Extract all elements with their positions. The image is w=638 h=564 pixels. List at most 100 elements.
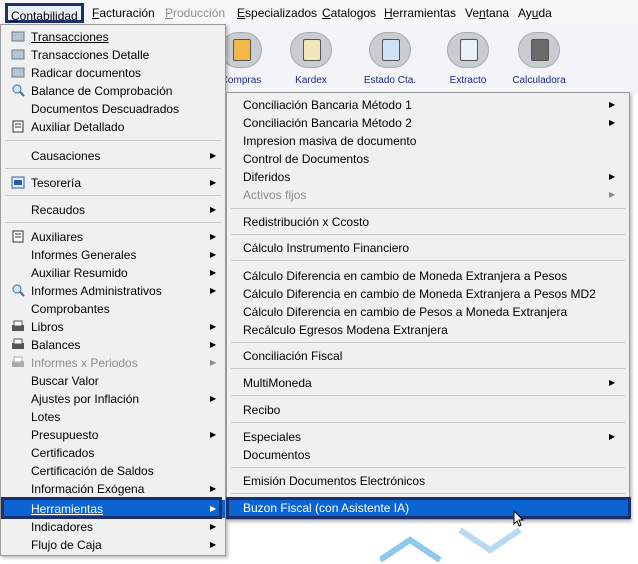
menu-separator xyxy=(231,493,625,494)
submenu-item-multimoneda[interactable]: MultiMoneda ▶ xyxy=(227,374,629,392)
menu-item-radicar-documentos[interactable]: Radicar documentos xyxy=(1,64,225,82)
submenu-item-instrumento-financiero[interactable]: Cálculo Instrumento Financiero xyxy=(227,239,629,257)
menubar: Contabilidad Facturación Producción Espe… xyxy=(0,0,638,25)
transactions-icon xyxy=(11,31,25,42)
submenu-item-conciliacion-fiscal[interactable]: Conciliación Fiscal xyxy=(227,347,629,365)
menu-item-auxiliares[interactable]: Auxiliares ▶ xyxy=(1,228,225,246)
menu-label: roducción xyxy=(173,6,226,20)
printer-icon xyxy=(12,338,24,349)
toolbar-calculadora-button[interactable]: Calculadora xyxy=(506,32,572,86)
menu-label: ontabilidad xyxy=(19,9,78,23)
menu-separator xyxy=(231,422,625,423)
menu-item-comprobantes[interactable]: Comprobantes xyxy=(1,300,225,318)
menu-item-label: MultiMoneda xyxy=(243,376,312,390)
menu-ayuda[interactable]: Ayuda xyxy=(518,5,552,21)
magnifier-icon xyxy=(12,284,25,297)
menu-item-label: Informes Administrativos xyxy=(31,284,162,298)
submenu-arrow-icon: ▶ xyxy=(210,178,217,187)
menu-item-auxiliar-detallado[interactable]: Auxiliar Detallado xyxy=(1,118,225,136)
menu-item-indicadores[interactable]: Indicadores ▶ xyxy=(1,518,225,536)
menu-item-auxiliar-resumido[interactable]: Auxiliar Resumido ▶ xyxy=(1,264,225,282)
submenu-arrow-icon: ▶ xyxy=(210,250,217,259)
menu-separator xyxy=(231,234,625,235)
submenu-item-documentos[interactable]: Documentos xyxy=(227,446,629,464)
menu-item-label: Tesorería xyxy=(31,176,82,190)
submenu-item-especiales[interactable]: Especiales ▶ xyxy=(227,428,629,446)
submenu-item-recalculo-egresos[interactable]: Recálculo Egresos Modena Extranjera xyxy=(227,321,629,339)
menu-item-label: Auxiliar Resumido xyxy=(31,266,128,280)
menu-contabilidad[interactable]: Contabilidad xyxy=(5,3,84,23)
menu-item-certificados[interactable]: Certificados xyxy=(1,444,225,462)
menu-item-transacciones-detalle[interactable]: Transacciones Detalle xyxy=(1,46,225,64)
submenu-item-conciliacion-1[interactable]: Conciliación Bancaria Método 1 ▶ xyxy=(227,96,629,114)
submenu-arrow-icon: ▶ xyxy=(210,540,217,549)
menu-item-certificacion-saldos[interactable]: Certificación de Saldos xyxy=(1,462,225,480)
toolbar-extracto-button[interactable]: Extracto xyxy=(435,32,501,86)
menu-item-balances[interactable]: Balances ▶ xyxy=(1,336,225,354)
submenu-item-control-documentos[interactable]: Control de Documentos xyxy=(227,150,629,168)
menu-separator xyxy=(231,395,625,396)
mnemonic: E xyxy=(237,6,246,20)
submenu-item-activos-fijos[interactable]: Activos fijos ▶ xyxy=(227,186,629,204)
submenu-item-conciliacion-2[interactable]: Conciliación Bancaria Método 2 ▶ xyxy=(227,114,629,132)
menu-item-libros[interactable]: Libros ▶ xyxy=(1,318,225,336)
submenu-item-diferidos[interactable]: Diferidos ▶ xyxy=(227,168,629,186)
highlight-frame-herramientas xyxy=(1,497,222,519)
treasury-icon xyxy=(11,176,25,189)
submenu-item-diferencia-moneda-pesos[interactable]: Cálculo Diferencia en cambio de Moneda E… xyxy=(227,267,629,285)
menu-label: specializados xyxy=(245,6,318,20)
menu-item-label: Cálculo Instrumento Financiero xyxy=(243,241,410,255)
menu-item-recaudos[interactable]: Recaudos ▶ xyxy=(1,201,225,219)
menu-item-lotes[interactable]: Lotes xyxy=(1,408,225,426)
kardex-icon xyxy=(290,32,332,68)
extract-icon xyxy=(447,32,489,68)
magnifier-icon xyxy=(12,84,25,97)
submenu-item-diferencia-pesos-moneda[interactable]: Cálculo Diferencia en cambio de Pesos a … xyxy=(227,303,629,321)
notebook-icon xyxy=(12,120,24,133)
menu-catalogos[interactable]: Catalogos xyxy=(322,5,376,21)
statement-icon xyxy=(369,32,411,68)
menu-item-ajustes-inflacion[interactable]: Ajustes por Inflación ▶ xyxy=(1,390,225,408)
submenu-item-emision-electronicos[interactable]: Emisión Documentos Electrónicos xyxy=(227,472,629,490)
menu-herramientas[interactable]: Herramientas xyxy=(384,5,456,21)
menu-item-label: Redistribución x Ccosto xyxy=(243,215,370,229)
submenu-item-recibo[interactable]: Recibo xyxy=(227,401,629,419)
menu-item-label: Recibo xyxy=(243,403,281,417)
menu-especializados[interactable]: Especializados xyxy=(237,5,317,21)
menu-item-presupuesto[interactable]: Presupuesto ▶ xyxy=(1,426,225,444)
menu-item-buscar-valor[interactable]: Buscar Valor xyxy=(1,372,225,390)
menu-item-informes-periodos[interactable]: Informes x Periodos ▶ xyxy=(1,354,225,372)
menu-item-label: Cálculo Diferencia en cambio de Moneda E… xyxy=(243,269,568,283)
menu-facturacion[interactable]: Facturación xyxy=(92,5,155,21)
menu-item-flujo-caja[interactable]: Flujo de Caja ▶ xyxy=(1,536,225,554)
menu-item-informes-administrativos[interactable]: Informes Administrativos ▶ xyxy=(1,282,225,300)
toolbar-kardex-button[interactable]: Kardex xyxy=(278,32,344,86)
menu-ventana[interactable]: Ventana xyxy=(465,5,509,21)
menu-item-balance-comprobacion[interactable]: Balance de Comprobación xyxy=(1,82,225,100)
mnemonic: H xyxy=(384,6,393,20)
truck-icon xyxy=(220,32,262,68)
menu-item-label: Informes x Periodos xyxy=(31,356,138,370)
menu-item-label: Radicar documentos xyxy=(31,66,142,80)
menu-item-tesoreria[interactable]: Tesorería ▶ xyxy=(1,174,225,192)
toolbar-estado-button[interactable]: Estado Cta. xyxy=(357,32,423,86)
submenu-item-redistribucion[interactable]: Redistribución x Ccosto xyxy=(227,213,629,231)
toolbar-label: Calculadora xyxy=(512,75,566,86)
menu-produccion[interactable]: Producción xyxy=(165,5,225,21)
menu-label: acturación xyxy=(99,6,155,20)
menu-item-transacciones[interactable]: Transacciones xyxy=(1,28,225,46)
submenu-item-diferencia-moneda-pesos-md2[interactable]: Cálculo Diferencia en cambio de Moneda E… xyxy=(227,285,629,303)
menu-label: Ve xyxy=(465,6,480,20)
menu-item-informes-generales[interactable]: Informes Generales ▶ xyxy=(1,246,225,264)
menu-item-documentos-descuadrados[interactable]: Documentos Descuadrados xyxy=(1,100,225,118)
menu-item-informacion-exogena[interactable]: Información Exógena ▶ xyxy=(1,480,225,498)
menu-item-label: Lotes xyxy=(31,410,61,424)
menu-item-label: Impresion masiva de documento xyxy=(243,134,417,148)
menu-item-label: Cálculo Diferencia en cambio de Moneda E… xyxy=(243,287,596,301)
menu-item-causaciones[interactable]: Causaciones ▶ xyxy=(1,147,225,165)
menu-separator xyxy=(231,467,625,468)
submenu-item-impresion-masiva[interactable]: Impresion masiva de documento xyxy=(227,132,629,150)
submenu-arrow-icon: ▶ xyxy=(210,394,217,403)
toolbar-label: Extracto xyxy=(449,75,487,86)
menu-item-label: Certificados xyxy=(31,446,95,460)
